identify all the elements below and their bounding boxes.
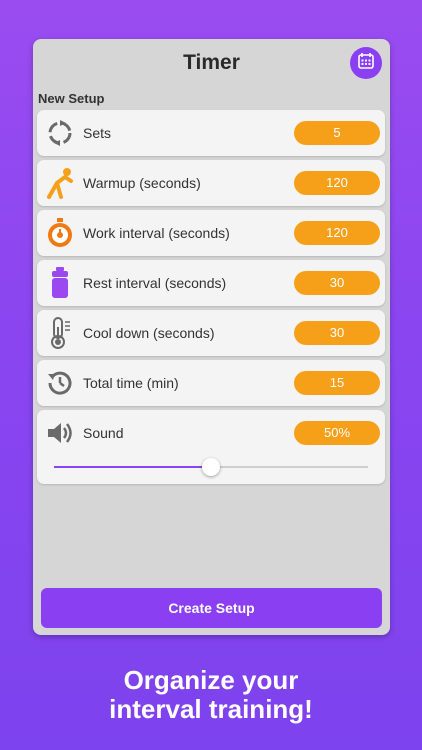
volume-slider[interactable] [54,458,368,476]
thermometer-icon [45,317,75,349]
setting-value[interactable]: 120 [294,221,380,245]
timer-card: Timer New Setup Sets 5 Warmup (seconds) … [33,39,390,635]
tagline-line-2: interval training! [109,694,313,724]
stretch-icon [45,167,75,199]
setting-row-rest-interval[interactable]: Rest interval (seconds) 30 [37,260,385,306]
setting-row-total-time[interactable]: Total time (min) 15 [37,360,385,406]
speaker-icon [45,417,75,449]
setting-row-sets[interactable]: Sets 5 [37,110,385,156]
setting-row-cool-down[interactable]: Cool down (seconds) 30 [37,310,385,356]
setting-label: Cool down (seconds) [83,325,215,341]
history-clock-icon [45,367,75,399]
setting-row-sound: Sound 50% [37,410,385,484]
setting-label: Work interval (seconds) [83,225,230,241]
tagline-line-1: Organize your [123,665,299,695]
setting-label: Total time (min) [83,375,179,391]
section-label: New Setup [38,91,105,106]
setting-value[interactable]: 120 [294,171,380,195]
setting-row-warmup[interactable]: Warmup (seconds) 120 [37,160,385,206]
setting-value[interactable]: 15 [294,371,380,395]
slider-fill [54,466,211,468]
setting-label: Warmup (seconds) [83,175,201,191]
setting-label: Sets [83,125,112,141]
page-title: Timer [183,51,240,74]
water-bottle-icon [45,267,75,299]
calendar-icon [357,52,375,75]
setting-value[interactable]: 5 [294,121,380,145]
setting-value[interactable]: 30 [294,271,380,295]
stopwatch-icon [45,217,75,249]
sound-value: 50% [294,421,380,445]
setting-label: Sound [83,425,124,441]
slider-thumb[interactable] [202,458,220,476]
setting-value[interactable]: 30 [294,321,380,345]
create-setup-button[interactable]: Create Setup [41,588,382,628]
setting-row-work-interval[interactable]: Work interval (seconds) 120 [37,210,385,256]
repeat-icon [45,117,75,149]
tagline: Organize your interval training! [0,666,422,724]
calendar-button[interactable] [350,47,382,79]
setting-label: Rest interval (seconds) [83,275,227,291]
